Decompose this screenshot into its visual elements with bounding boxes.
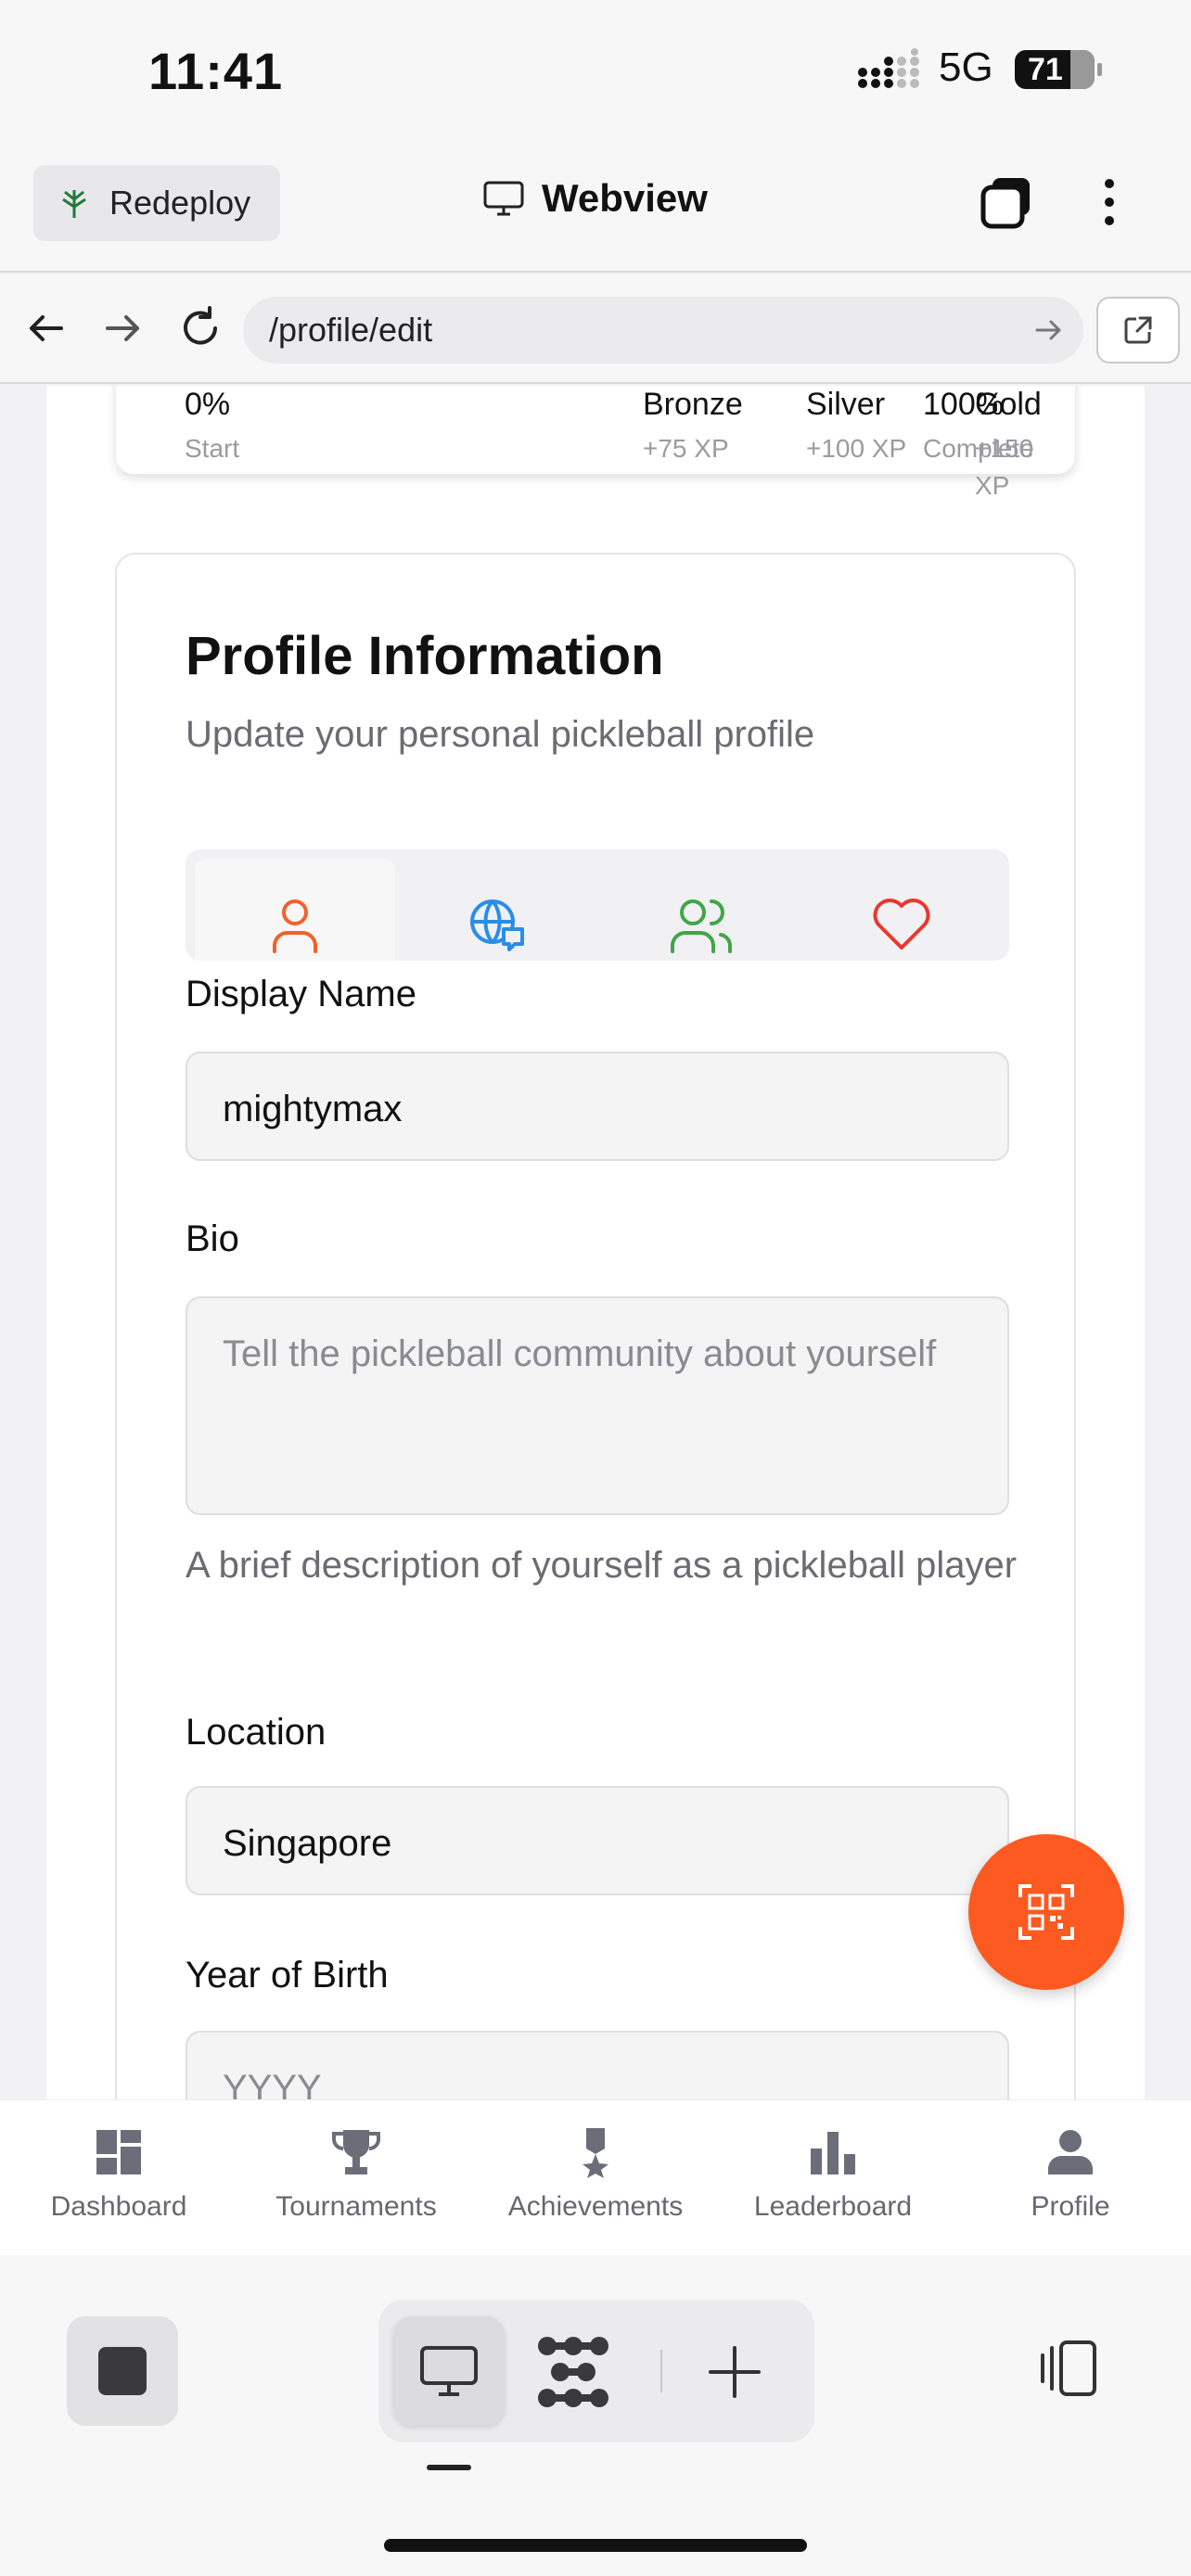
- tab-preferences[interactable]: [801, 859, 1002, 961]
- plus-icon[interactable]: [696, 2333, 774, 2411]
- bio-textarea[interactable]: Tell the pickleball community about your…: [186, 1296, 1009, 1515]
- view-switcher: [378, 2300, 814, 2442]
- heart-icon: [873, 899, 930, 950]
- milestone-start: 0% Start: [185, 387, 240, 463]
- open-external-button[interactable]: [1096, 297, 1180, 363]
- webview-header: Redeploy Webview: [0, 148, 1191, 273]
- home-indicator: [384, 2539, 807, 2552]
- reload-icon[interactable]: [174, 302, 226, 354]
- back-icon[interactable]: [20, 302, 72, 354]
- url-bar: /profile/edit: [0, 274, 1191, 384]
- go-arrow-icon[interactable]: [1031, 313, 1065, 347]
- stop-icon: [98, 2347, 147, 2395]
- user-icon: [273, 899, 317, 953]
- nav-profile[interactable]: Profile: [952, 2126, 1189, 2223]
- nav-dashboard[interactable]: Dashboard: [0, 2126, 237, 2223]
- qr-scan-button[interactable]: [968, 1834, 1124, 1990]
- webview-title: Webview: [482, 176, 708, 221]
- medal-icon: [583, 2128, 608, 2178]
- tab-social[interactable]: [601, 859, 801, 961]
- forward-icon[interactable]: [96, 302, 148, 354]
- workflow-icon[interactable]: [534, 2333, 612, 2411]
- active-indicator: [427, 2465, 471, 2470]
- side-panel-icon[interactable]: [1035, 2335, 1102, 2402]
- status-time: 11:41: [148, 42, 284, 100]
- location-label: Location: [186, 1712, 327, 1753]
- redeploy-label: Redeploy: [109, 184, 251, 222]
- progress-card: 0% Start Bronze +75 XP Silver +100 XP 10…: [115, 386, 1076, 500]
- display-name-label: Display Name: [186, 974, 416, 1014]
- trophy-icon: [332, 2130, 380, 2174]
- status-bar: 11:41 5G 71: [0, 0, 1191, 148]
- webview-mode-button[interactable]: [393, 2316, 505, 2426]
- network-type: 5G: [939, 45, 993, 90]
- webview-title-text: Webview: [542, 176, 708, 220]
- tabs-icon[interactable]: [978, 172, 1037, 232]
- stop-button[interactable]: [67, 2316, 178, 2426]
- year-of-birth-input[interactable]: YYYY: [186, 2031, 1009, 2099]
- app-bottom-nav: Dashboard Tournaments Achievements Leade…: [0, 2099, 1191, 2255]
- nav-achievements[interactable]: Achievements: [477, 2126, 714, 2223]
- tab-personal[interactable]: [195, 859, 395, 961]
- battery-icon: 71: [1015, 50, 1102, 89]
- tab-play-style[interactable]: [397, 859, 597, 961]
- location-input[interactable]: Singapore: [186, 1786, 1009, 1895]
- redeploy-icon: [62, 190, 86, 218]
- profile-tabs: [186, 849, 1009, 961]
- browser-toolbar: [0, 2255, 1191, 2576]
- bio-help-text: A brief description of yourself as a pic…: [186, 1545, 1018, 1586]
- bar-chart-icon: [811, 2132, 855, 2174]
- users-icon: [671, 899, 733, 953]
- url-text: /profile/edit: [269, 311, 433, 349]
- external-link-icon: [1124, 316, 1152, 344]
- monitor-icon: [420, 2346, 478, 2396]
- nav-tournaments[interactable]: Tournaments: [237, 2126, 475, 2223]
- milestone-bronze: Bronze +75 XP: [643, 387, 743, 463]
- signal-icon: [858, 48, 919, 88]
- battery-level: 71: [1028, 52, 1063, 87]
- milestone-gold: Gold +150 XP: [975, 387, 1042, 500]
- display-name-input[interactable]: mightymax: [186, 1052, 1009, 1161]
- card-title: Profile Information: [186, 626, 664, 686]
- bio-label: Bio: [186, 1218, 239, 1259]
- qr-scan-icon: [1018, 1884, 1074, 1940]
- dashboard-icon: [96, 2130, 141, 2174]
- nav-leaderboard[interactable]: Leaderboard: [714, 2126, 952, 2223]
- redeploy-button[interactable]: Redeploy: [33, 165, 280, 241]
- monitor-icon: [483, 181, 524, 216]
- page-container: 0% Start Bronze +75 XP Silver +100 XP 10…: [46, 386, 1145, 2099]
- globe-chat-icon: [470, 899, 524, 951]
- url-input[interactable]: /profile/edit: [243, 297, 1083, 363]
- card-subtitle: Update your personal pickleball profile: [186, 714, 815, 755]
- milestone-silver: Silver +100 XP: [806, 387, 907, 463]
- more-icon[interactable]: [1091, 172, 1128, 232]
- year-of-birth-label: Year of Birth: [186, 1955, 389, 1996]
- profile-information-card: Profile Information Update your personal…: [115, 553, 1076, 2099]
- divider: [660, 2350, 662, 2392]
- person-icon: [1048, 2130, 1093, 2174]
